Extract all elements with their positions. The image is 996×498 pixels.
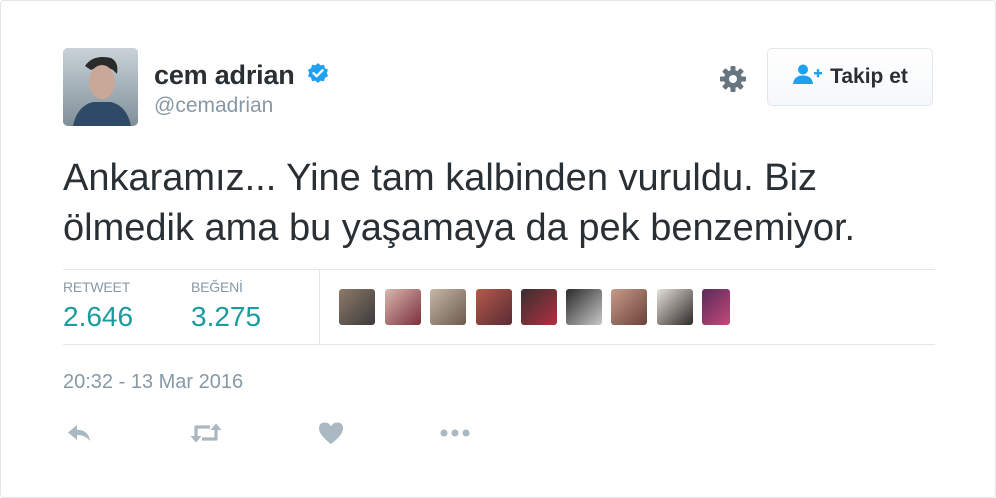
add-user-icon	[792, 63, 823, 91]
tweet-text-line: Ankaramız... Yine tam kalbinden vuruldu.…	[63, 157, 818, 199]
liker-avatar[interactable]	[385, 289, 421, 325]
liker-avatar[interactable]	[476, 289, 512, 325]
reply-icon[interactable]	[65, 419, 93, 447]
tweet-timestamp[interactable]: 20:32 - 13 Mar 2016	[63, 371, 243, 394]
avatar[interactable]	[63, 48, 138, 126]
like-stat[interactable]: BEĞENİ 3.275	[191, 279, 261, 333]
divider	[319, 269, 320, 344]
liker-avatar[interactable]	[611, 289, 647, 325]
liker-avatar[interactable]	[566, 289, 602, 325]
tweet-card: cem adrian @cemadrian Takip et Ankaramız…	[0, 0, 996, 498]
like-label: BEĞENİ	[191, 279, 243, 295]
liker-avatar[interactable]	[702, 289, 730, 325]
liker-avatar[interactable]	[339, 289, 375, 325]
retweet-icon[interactable]	[189, 419, 223, 447]
divider	[63, 344, 935, 345]
gear-icon[interactable]	[718, 64, 748, 94]
liker-avatar[interactable]	[521, 289, 557, 325]
like-count: 3.275	[191, 301, 262, 332]
like-icon[interactable]	[317, 419, 345, 447]
display-name[interactable]: cem adrian	[154, 60, 295, 91]
divider	[63, 269, 935, 270]
more-icon[interactable]	[439, 419, 471, 447]
tweet-text-line: ölmedik ama bu yaşamaya da pek benzemiyo…	[63, 207, 856, 249]
retweet-count: 2.646	[63, 301, 134, 332]
user-handle[interactable]: @cemadrian	[154, 94, 273, 118]
retweet-label: RETWEET	[63, 279, 131, 295]
follow-button[interactable]: Takip et	[767, 48, 933, 106]
retweet-stat[interactable]: RETWEET 2.646	[63, 279, 133, 333]
liker-avatar[interactable]	[430, 289, 466, 325]
tweet-text: Ankaramız... Yine tam kalbinden vuruldu.…	[63, 153, 943, 253]
follow-button-label: Takip et	[830, 65, 908, 88]
liker-avatar[interactable]	[657, 289, 693, 325]
verified-badge-icon	[306, 62, 330, 86]
